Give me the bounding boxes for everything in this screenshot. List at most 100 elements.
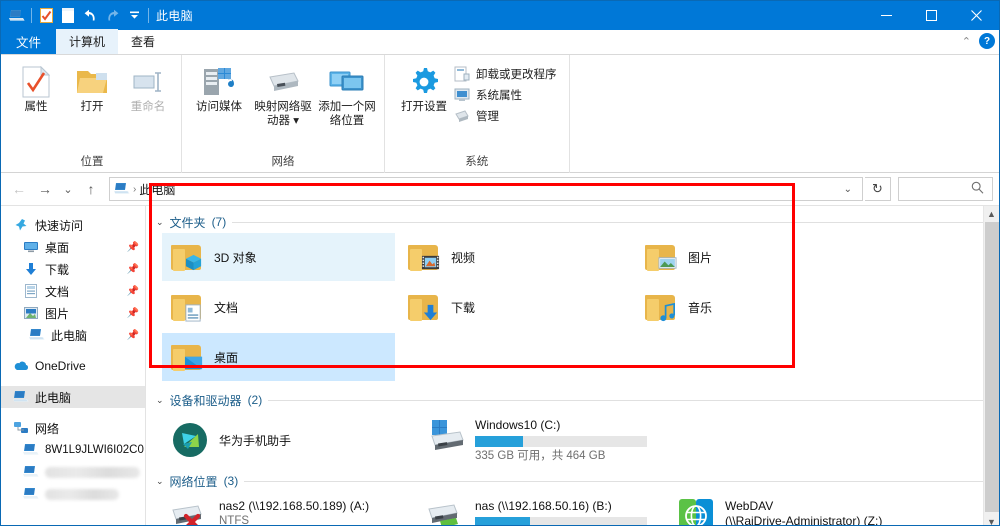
recent-locations-button[interactable]: ⌄ xyxy=(59,177,77,201)
sidebar-label: 网络 xyxy=(35,421,60,436)
drive-info: nas2 (\\192.168.50.189) (A:) NTFS xyxy=(219,496,369,525)
chevron-down-icon[interactable]: ⌄ xyxy=(156,395,164,406)
up-button[interactable]: ↑ xyxy=(79,177,103,201)
list-item-videos[interactable]: 视频 xyxy=(399,233,632,281)
system-properties-button[interactable]: 系统属性 xyxy=(453,86,557,104)
ribbon: 属性 打开 重命名 位置 访问媒体 映射网络驱动器 ▾ 添加一个网络位置 网络 … xyxy=(1,55,999,173)
map-network-drive-button[interactable]: 映射网络驱动器 ▾ xyxy=(252,60,314,128)
open-settings-button[interactable]: 打开设置 xyxy=(397,60,451,114)
qat-customize-chevron-icon[interactable] xyxy=(123,5,145,27)
collapse-ribbon-chevron-icon[interactable]: ⌃ xyxy=(962,35,971,48)
scrollbar-thumb[interactable] xyxy=(985,222,999,512)
group-count: (2) xyxy=(247,393,263,407)
list-item-3d-objects[interactable]: 3D 对象 xyxy=(162,233,395,281)
chevron-down-icon[interactable]: ⌄ xyxy=(156,217,164,228)
minimize-button[interactable] xyxy=(864,1,909,30)
uninstall-program-button[interactable]: 卸载或更改程序 xyxy=(453,65,557,83)
refresh-button[interactable]: ↻ xyxy=(865,177,891,201)
scroll-down-icon[interactable]: ▼ xyxy=(987,514,996,525)
tab-computer[interactable]: 计算机 xyxy=(56,29,119,54)
pin-icon[interactable]: 📌 xyxy=(127,308,139,319)
manage-button[interactable]: 管理 xyxy=(453,107,557,125)
properties-icon[interactable] xyxy=(35,5,57,27)
scroll-up-icon[interactable]: ▲ xyxy=(987,206,996,222)
list-item-nas2-a[interactable]: nas2 (\\192.168.50.189) (A:) NTFS xyxy=(162,492,414,525)
list-item-pictures[interactable]: 图片 xyxy=(636,233,869,281)
this-pc-icon xyxy=(29,327,45,343)
group-count: (7) xyxy=(211,215,227,229)
group-header-devices[interactable]: ⌄ 设备和驱动器 (2) xyxy=(146,390,999,410)
drive-info: Windows10 (C:) 335 GB 可用，共 464 GB xyxy=(475,415,647,464)
sidebar-item-this-pc-pinned[interactable]: 此电脑 📌 xyxy=(1,324,145,346)
group-divider xyxy=(268,399,985,401)
access-media-label: 访问媒体 xyxy=(196,101,242,113)
network-computer-icon xyxy=(23,442,39,458)
new-folder-icon[interactable] xyxy=(57,5,79,27)
open-button[interactable]: 打开 xyxy=(65,60,119,114)
drive-name: nas (\\192.168.50.16) (B:) xyxy=(475,499,612,513)
list-item-music[interactable]: 音乐 xyxy=(636,283,869,331)
sidebar-item-quick-access[interactable]: 快速访问 xyxy=(1,214,145,236)
list-item-windows10-c[interactable]: Windows10 (C:) 335 GB 可用，共 464 GB xyxy=(418,411,664,464)
sidebar-item-desktop[interactable]: 桌面 📌 xyxy=(1,236,145,258)
back-button[interactable]: ← xyxy=(7,177,31,201)
list-item-huawei-hisuite[interactable]: 华为手机助手 xyxy=(162,411,414,464)
group-header-folders[interactable]: ⌄ 文件夹 (7) xyxy=(146,212,999,232)
list-item-webdav-z[interactable]: WebDAV (\\RaiDrive-Administrator) (Z:) N… xyxy=(668,492,916,525)
sidebar-label: 此电脑 xyxy=(35,390,72,405)
this-pc-icon[interactable] xyxy=(6,5,28,27)
help-icon[interactable]: ? xyxy=(979,33,995,49)
undo-icon[interactable] xyxy=(79,5,101,27)
pin-icon[interactable]: 📌 xyxy=(127,330,139,341)
sidebar-item-network-computer-redacted-1[interactable] xyxy=(1,461,145,483)
quick-access-toolbar: 此电脑 xyxy=(1,1,193,30)
sidebar-item-network-computer-redacted-2[interactable] xyxy=(1,483,145,505)
properties-button[interactable]: 属性 xyxy=(9,60,63,114)
tab-view[interactable]: 查看 xyxy=(118,29,168,54)
rename-label: 重命名 xyxy=(130,101,166,113)
sidebar-item-onedrive[interactable]: OneDrive xyxy=(1,355,145,377)
list-item-nas-b[interactable]: nas (\\192.168.50.16) (B:) 3.53 TB 可用，共 … xyxy=(418,492,664,525)
close-button[interactable] xyxy=(954,1,999,30)
address-path-box[interactable]: › 此电脑 ⌄ xyxy=(109,177,863,201)
list-item-desktop[interactable]: 桌面 xyxy=(162,333,395,381)
forward-button[interactable]: → xyxy=(33,177,57,201)
properties-icon xyxy=(22,64,50,100)
list-item-label: 3D 对象 xyxy=(214,250,257,265)
sidebar-item-network-computer[interactable]: 8W1L9JLWI6I02C0 xyxy=(1,439,145,461)
vertical-scrollbar[interactable]: ▲ ▼ xyxy=(983,206,999,525)
tab-file[interactable]: 文件 xyxy=(1,29,57,54)
search-input[interactable] xyxy=(898,177,993,201)
local-disk-icon xyxy=(426,415,466,455)
properties-label: 属性 xyxy=(24,101,48,113)
chevron-down-icon[interactable]: ⌄ xyxy=(156,476,164,487)
network-icon xyxy=(13,420,29,436)
add-network-location-button[interactable]: 添加一个网络位置 xyxy=(316,60,378,128)
sidebar-item-documents[interactable]: 文档 📌 xyxy=(1,280,145,302)
sidebar-label: 文档 xyxy=(45,284,70,299)
group-header-network-locations[interactable]: ⌄ 网络位置 (3) xyxy=(146,471,999,491)
ribbon-group-location: 属性 打开 重命名 位置 xyxy=(3,55,182,173)
access-media-button[interactable]: 访问媒体 xyxy=(188,60,250,114)
sidebar-item-this-pc[interactable]: 此电脑 xyxy=(1,386,145,408)
title-bar: 此电脑 xyxy=(1,1,999,30)
ribbon-group-network: 访问媒体 映射网络驱动器 ▾ 添加一个网络位置 网络 xyxy=(182,55,385,173)
settings-gear-icon xyxy=(408,64,440,100)
list-item-documents[interactable]: 文档 xyxy=(162,283,395,331)
ribbon-tab-strip: 文件 计算机 查看 ⌃ ? xyxy=(1,29,999,55)
breadcrumb-separator: › xyxy=(133,183,137,195)
address-dropdown-icon[interactable]: ⌄ xyxy=(844,184,858,195)
navigation-pane: 快速访问 桌面 📌 下载 📌 文档 📌 图片 📌 此电脑 📌 OneDrive … xyxy=(1,206,146,525)
pin-icon[interactable]: 📌 xyxy=(127,264,139,275)
sidebar-item-network[interactable]: 网络 xyxy=(1,417,145,439)
folder-3d-objects-icon xyxy=(170,237,206,277)
sidebar-item-pictures[interactable]: 图片 📌 xyxy=(1,302,145,324)
list-item-downloads[interactable]: 下载 xyxy=(399,283,632,331)
disconnected-network-drive-icon xyxy=(170,496,210,525)
sidebar-label: OneDrive xyxy=(35,359,86,373)
maximize-button[interactable] xyxy=(909,1,954,30)
pin-icon[interactable]: 📌 xyxy=(127,286,139,297)
breadcrumb-this-pc[interactable]: 此电脑 xyxy=(139,181,175,198)
pin-icon[interactable]: 📌 xyxy=(127,242,139,253)
sidebar-item-downloads[interactable]: 下载 📌 xyxy=(1,258,145,280)
